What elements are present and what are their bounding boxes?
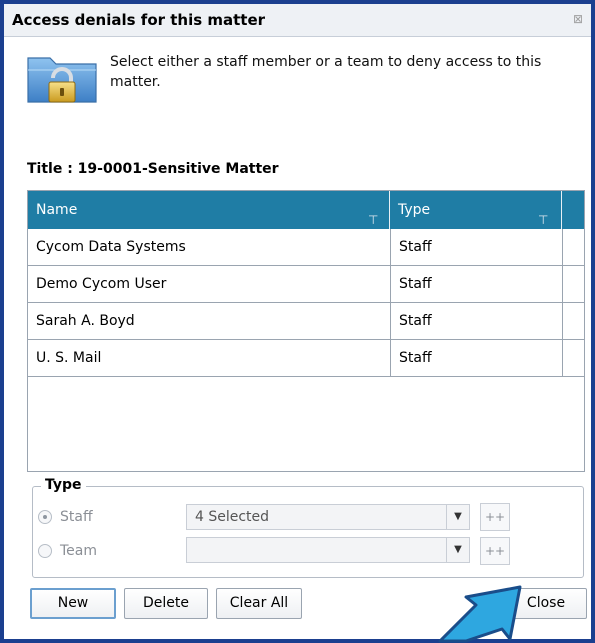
access-denials-grid: Name ⊤ Type ⊤ Cycom Data Systems Staff D… <box>27 190 585 472</box>
team-radio[interactable] <box>38 544 52 558</box>
table-row[interactable]: U. S. Mail Staff <box>28 340 584 377</box>
cell-spacer <box>562 229 584 265</box>
column-header-name-label: Name <box>36 202 78 218</box>
column-header-spacer <box>562 191 584 229</box>
staff-select[interactable]: 4 Selected ▼ <box>186 504 470 530</box>
dropdown-arrow-icon[interactable]: ▼ <box>446 538 469 562</box>
cell-spacer <box>562 340 584 376</box>
folder-lock-icon <box>27 57 97 103</box>
table-row[interactable]: Demo Cycom User Staff <box>28 266 584 303</box>
close-icon[interactable]: ⊠ <box>573 12 583 26</box>
instruction-text: Select either a staff member or a team t… <box>110 54 542 90</box>
cell-type: Staff <box>390 303 562 339</box>
delete-button[interactable]: Delete <box>124 588 208 619</box>
table-row[interactable]: Sarah A. Boyd Staff <box>28 303 584 340</box>
cell-spacer <box>562 303 584 339</box>
dialog-title: Access denials for this matter <box>12 11 266 29</box>
column-header-type-label: Type <box>398 202 431 218</box>
radio-selected-dot <box>43 515 47 519</box>
matter-title: Title : 19-0001-Sensitive Matter <box>27 161 279 177</box>
type-legend: Type <box>41 477 86 493</box>
cell-spacer <box>562 266 584 302</box>
team-radio-label: Team <box>60 543 98 559</box>
new-button[interactable]: New <box>30 588 116 619</box>
cell-type: Staff <box>390 229 562 265</box>
column-header-name[interactable]: Name ⊤ <box>28 191 390 229</box>
clear-all-button[interactable]: Clear All <box>216 588 302 619</box>
staff-radio-label: Staff <box>60 509 93 525</box>
cell-name: Sarah A. Boyd <box>36 313 135 329</box>
cell-name: Cycom Data Systems <box>36 239 186 255</box>
dialog-title-bar: Access denials for this matter ⊠ <box>4 4 591 37</box>
column-header-type[interactable]: Type ⊤ <box>390 191 562 229</box>
add-staff-button[interactable]: ++ <box>480 503 510 531</box>
add-team-button[interactable]: ++ <box>480 537 510 565</box>
staff-select-value: 4 Selected <box>195 509 270 525</box>
grid-header: Name ⊤ Type ⊤ <box>28 191 584 229</box>
team-select[interactable]: ▼ <box>186 537 470 563</box>
dropdown-arrow-icon[interactable]: ▼ <box>446 505 469 529</box>
table-row[interactable]: Cycom Data Systems Staff <box>28 229 584 266</box>
cell-type: Staff <box>390 340 562 376</box>
staff-radio[interactable] <box>38 510 52 524</box>
pointer-arrow-icon <box>438 585 522 643</box>
cell-name: U. S. Mail <box>36 350 102 366</box>
cell-name: Demo Cycom User <box>36 276 167 292</box>
cell-type: Staff <box>390 266 562 302</box>
